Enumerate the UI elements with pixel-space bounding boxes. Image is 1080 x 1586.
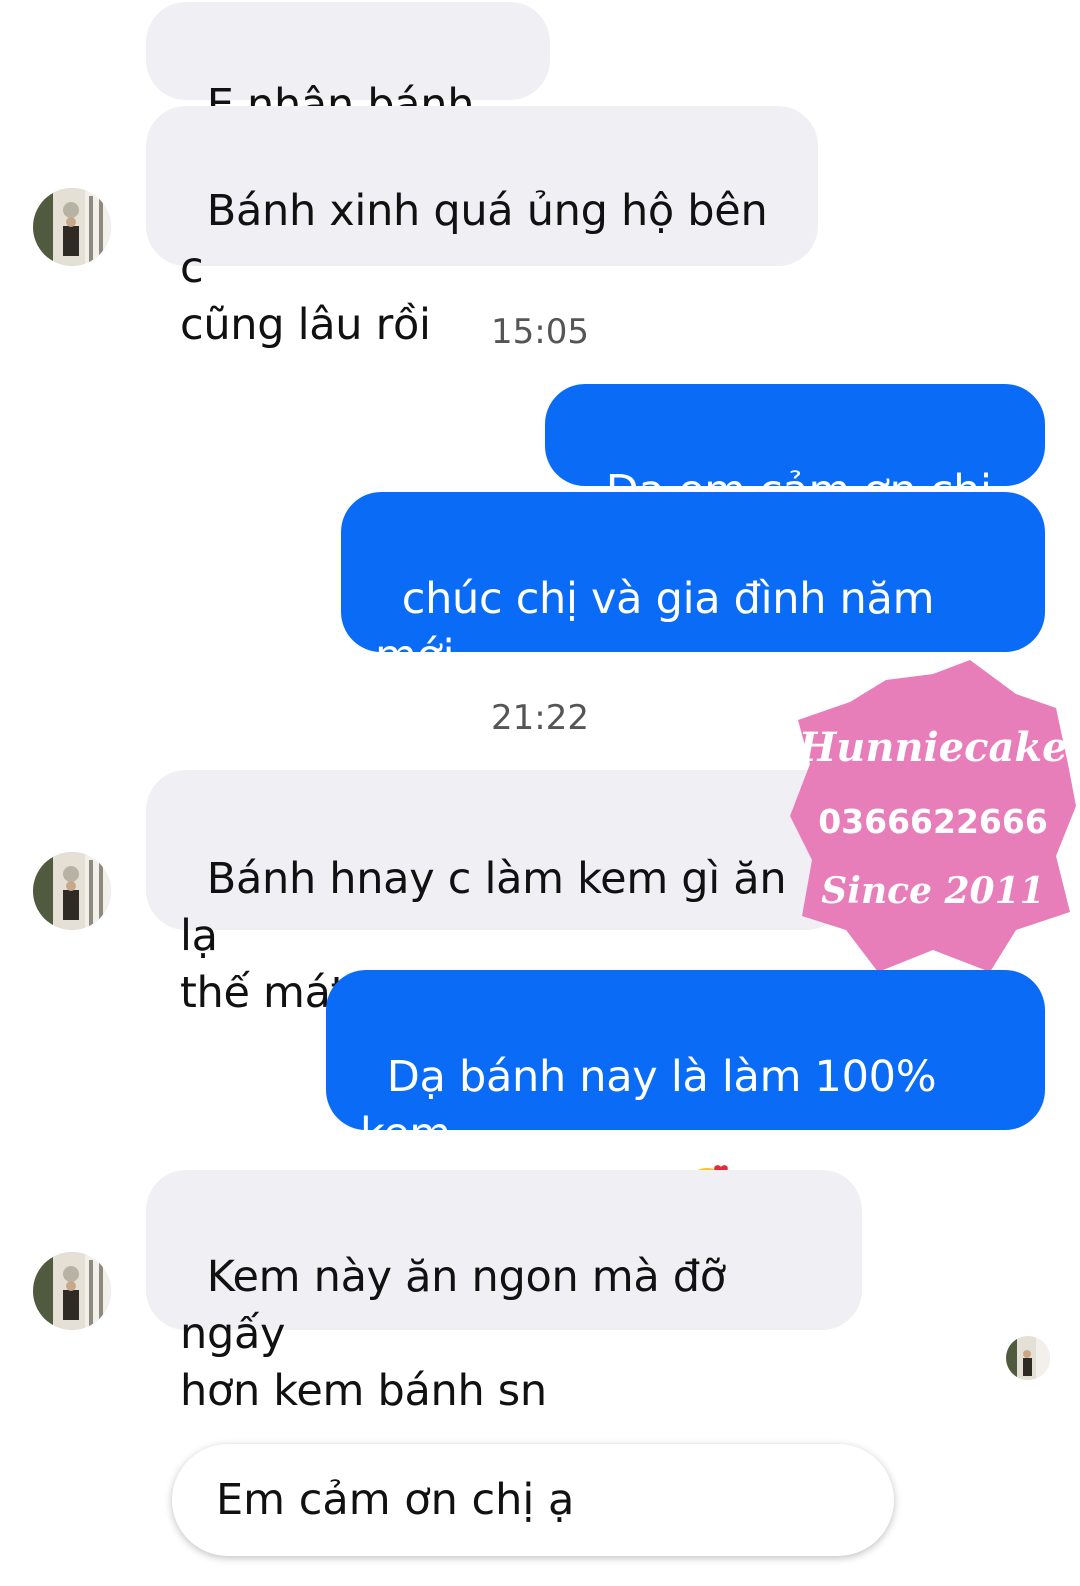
message-text: Kem này ăn ngon mà đỡ ngấy hơn kem bánh … bbox=[180, 1252, 726, 1416]
sender-avatar[interactable] bbox=[33, 852, 111, 930]
outgoing-message[interactable]: Dạ em cảm ơn chị ạ bbox=[545, 384, 1045, 573]
avatar-photo-icon bbox=[33, 852, 111, 930]
avatar-photo-icon bbox=[33, 1252, 111, 1330]
sender-avatar[interactable] bbox=[33, 1252, 111, 1330]
outgoing-message[interactable]: chúc chị và gia đình năm mới vạn sự như … bbox=[341, 492, 1045, 738]
incoming-message[interactable]: E nhận bánh rồi bbox=[146, 2, 550, 187]
watermark-phone: 0366622666 bbox=[818, 802, 1048, 841]
incoming-message[interactable]: Kem này ăn ngon mà đỡ ngấy hơn kem bánh … bbox=[146, 1170, 862, 1416]
avatar-photo-icon bbox=[33, 188, 111, 266]
hunniecake-watermark: Hunniecake 0366622666 Since 2011 bbox=[790, 660, 1076, 972]
incoming-message[interactable]: Bánh hnay c làm kem gì ăn lạ thế mát mát bbox=[146, 770, 846, 1018]
watermark-since: Since 2011 bbox=[821, 870, 1045, 912]
seen-avatar-icon bbox=[1006, 1336, 1050, 1380]
quick-reply-button[interactable]: Em cảm ơn chị ạ bbox=[172, 1444, 894, 1556]
watermark-brand: Hunniecake bbox=[798, 724, 1068, 771]
seen-indicator bbox=[1006, 1336, 1050, 1380]
timestamp: 15:05 bbox=[491, 312, 589, 352]
quick-reply-text: Em cảm ơn chị ạ bbox=[216, 1475, 575, 1525]
incoming-message[interactable]: Bánh xinh quá ủng hộ bên c cũng lâu rồi bbox=[146, 106, 818, 350]
sender-avatar[interactable] bbox=[33, 188, 111, 266]
outgoing-message[interactable]: Dạ bánh nay là làm 100% kem whipping chị… bbox=[326, 970, 1045, 1216]
